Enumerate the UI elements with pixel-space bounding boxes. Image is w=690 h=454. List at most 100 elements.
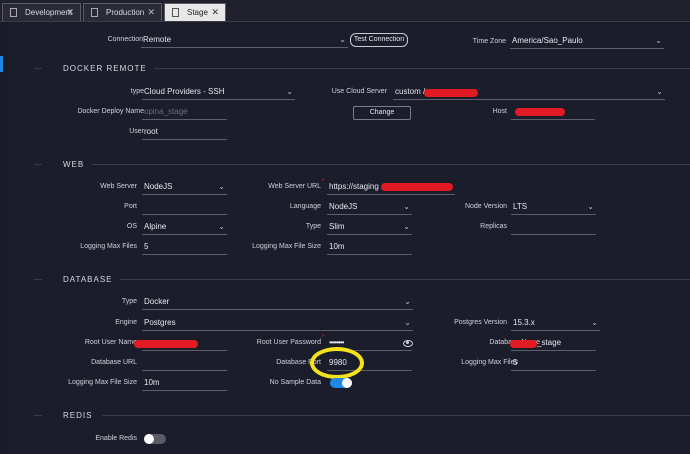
section-divider [102,415,690,416]
toggle-knob [144,434,154,444]
section-divider [120,279,690,280]
tab-production[interactable]: Production ✕ [83,3,162,21]
web-type-value: Slim [329,222,345,231]
postgres-version-value: 15.3.x [513,318,535,327]
redaction-mark [515,108,565,116]
close-icon[interactable]: ✕ [66,7,74,18]
connection-value: Remote [143,35,172,44]
no-sample-data-toggle[interactable] [330,378,352,388]
tab-bar: Development ✕ Production ✕ Stage ✕ [0,0,690,22]
redaction-mark [134,340,198,348]
section-divider [34,68,42,69]
db-logging-max-file-size-input[interactable]: 10m [142,376,227,391]
section-divider [34,164,42,165]
tab-label: Development [25,8,73,17]
user-input[interactable]: root [142,125,227,140]
language-value: NodeJS [329,202,358,211]
node-version-select[interactable]: LTS ⌄ [511,200,596,215]
settings-form: Connection Remote ⌄ Test Connection Time… [8,22,690,454]
database-url-input[interactable] [142,356,227,371]
db-type-label: Type [121,298,137,305]
document-icon [10,8,17,17]
docker-remote-title: DOCKER REMOTE [63,64,147,73]
document-icon [172,8,179,17]
postgres-version-label: Postgres Version [454,319,507,326]
db-logging-max-files-input[interactable]: 5 [511,356,596,371]
node-version-label: Node Version [464,203,507,210]
timezone-select[interactable]: America/Sao_Paulo ⌄ [510,34,664,49]
database-url-label: Database URL [91,359,137,366]
timezone-label: Time Zone [472,38,506,45]
redaction-mark [381,183,453,191]
web-logging-max-file-size-label: Logging Max File Size [252,243,321,250]
web-server-label: Web Server [100,183,137,190]
deploy-name-input[interactable]: opina_stage [142,105,227,120]
db-type-select[interactable]: Docker ⌄ [142,295,413,310]
section-divider [154,68,690,69]
document-icon [91,8,98,17]
port-label: Port [124,203,137,210]
chevron-down-icon: ⌄ [218,222,225,231]
chevron-down-icon: ⌄ [218,182,225,191]
enable-redis-toggle[interactable] [144,434,166,444]
tab-label: Production [106,8,145,17]
section-divider [34,415,42,416]
os-select[interactable]: Alpine ⌄ [142,220,227,235]
web-logging-max-files-input[interactable]: 5 [142,240,227,255]
no-sample-data-label: No Sample Data [269,379,321,386]
chevron-down-icon: ⌄ [591,318,598,327]
database-title: DATABASE [63,275,113,284]
db-logging-max-files-label: Logging Max Files [461,359,518,366]
db-logging-max-file-size-label: Logging Max File Size [68,379,137,386]
web-type-select[interactable]: Slim ⌄ [327,220,412,235]
root-user-password-label: Root User Password [256,339,321,346]
tab-development[interactable]: Development ✕ [2,3,81,21]
engine-label: Engine [115,319,137,326]
db-type-value: Docker [144,297,170,306]
port-input[interactable] [142,200,227,215]
language-label: Language [289,203,321,210]
deploy-name-label: Docker Deploy Name [77,108,144,115]
chevron-down-icon: ⌄ [403,222,410,231]
connection-select[interactable]: Remote ⌄ [141,33,348,48]
language-select[interactable]: NodeJS ⌄ [327,200,412,215]
test-connection-button[interactable]: Test Connection [350,33,408,47]
engine-select[interactable]: Postgres ⌄ [142,316,413,331]
toggle-knob [342,378,352,388]
enable-redis-label: Enable Redis [95,435,137,442]
tab-label: Stage [187,8,208,17]
os-label: OS [126,223,137,230]
replicas-label: Replicas [480,223,507,230]
web-server-select[interactable]: NodeJS ⌄ [142,180,227,195]
web-type-label: Type [305,223,321,230]
docker-type-select[interactable]: Cloud Providers - SSH ⌄ [142,85,295,100]
chevron-down-icon: ⌄ [339,35,346,44]
chevron-down-icon: ⌄ [587,202,594,211]
chevron-down-icon: ⌄ [286,87,293,96]
redis-title: REDIS [63,411,93,420]
postgres-version-select[interactable]: 15.3.x ⌄ [511,316,600,331]
web-logging-max-file-size-input[interactable]: 10m [327,240,412,255]
required-marker: * [322,178,325,185]
active-indicator [0,56,3,72]
required-marker: * [322,334,325,341]
web-server-value: NodeJS [144,182,173,191]
os-value: Alpine [144,222,167,231]
use-cloud-server-label: Use Cloud Server [331,88,387,95]
left-gutter [0,22,8,454]
close-icon[interactable]: ✕ [211,7,219,18]
redaction-mark [424,89,478,97]
web-title: WEB [63,160,85,169]
section-divider [92,164,690,165]
host-label: Host [492,108,507,115]
tab-stage[interactable]: Stage ✕ [164,3,226,21]
change-button[interactable]: Change [353,106,411,120]
docker-type-value: Cloud Providers - SSH [144,87,225,96]
replicas-input[interactable] [511,220,596,235]
chevron-down-icon: ⌄ [403,202,410,211]
eye-icon[interactable] [403,340,413,347]
web-logging-max-files-label: Logging Max Files [80,243,137,250]
redaction-mark [510,340,537,348]
chevron-down-icon: ⌄ [404,318,411,327]
close-icon[interactable]: ✕ [147,7,155,18]
